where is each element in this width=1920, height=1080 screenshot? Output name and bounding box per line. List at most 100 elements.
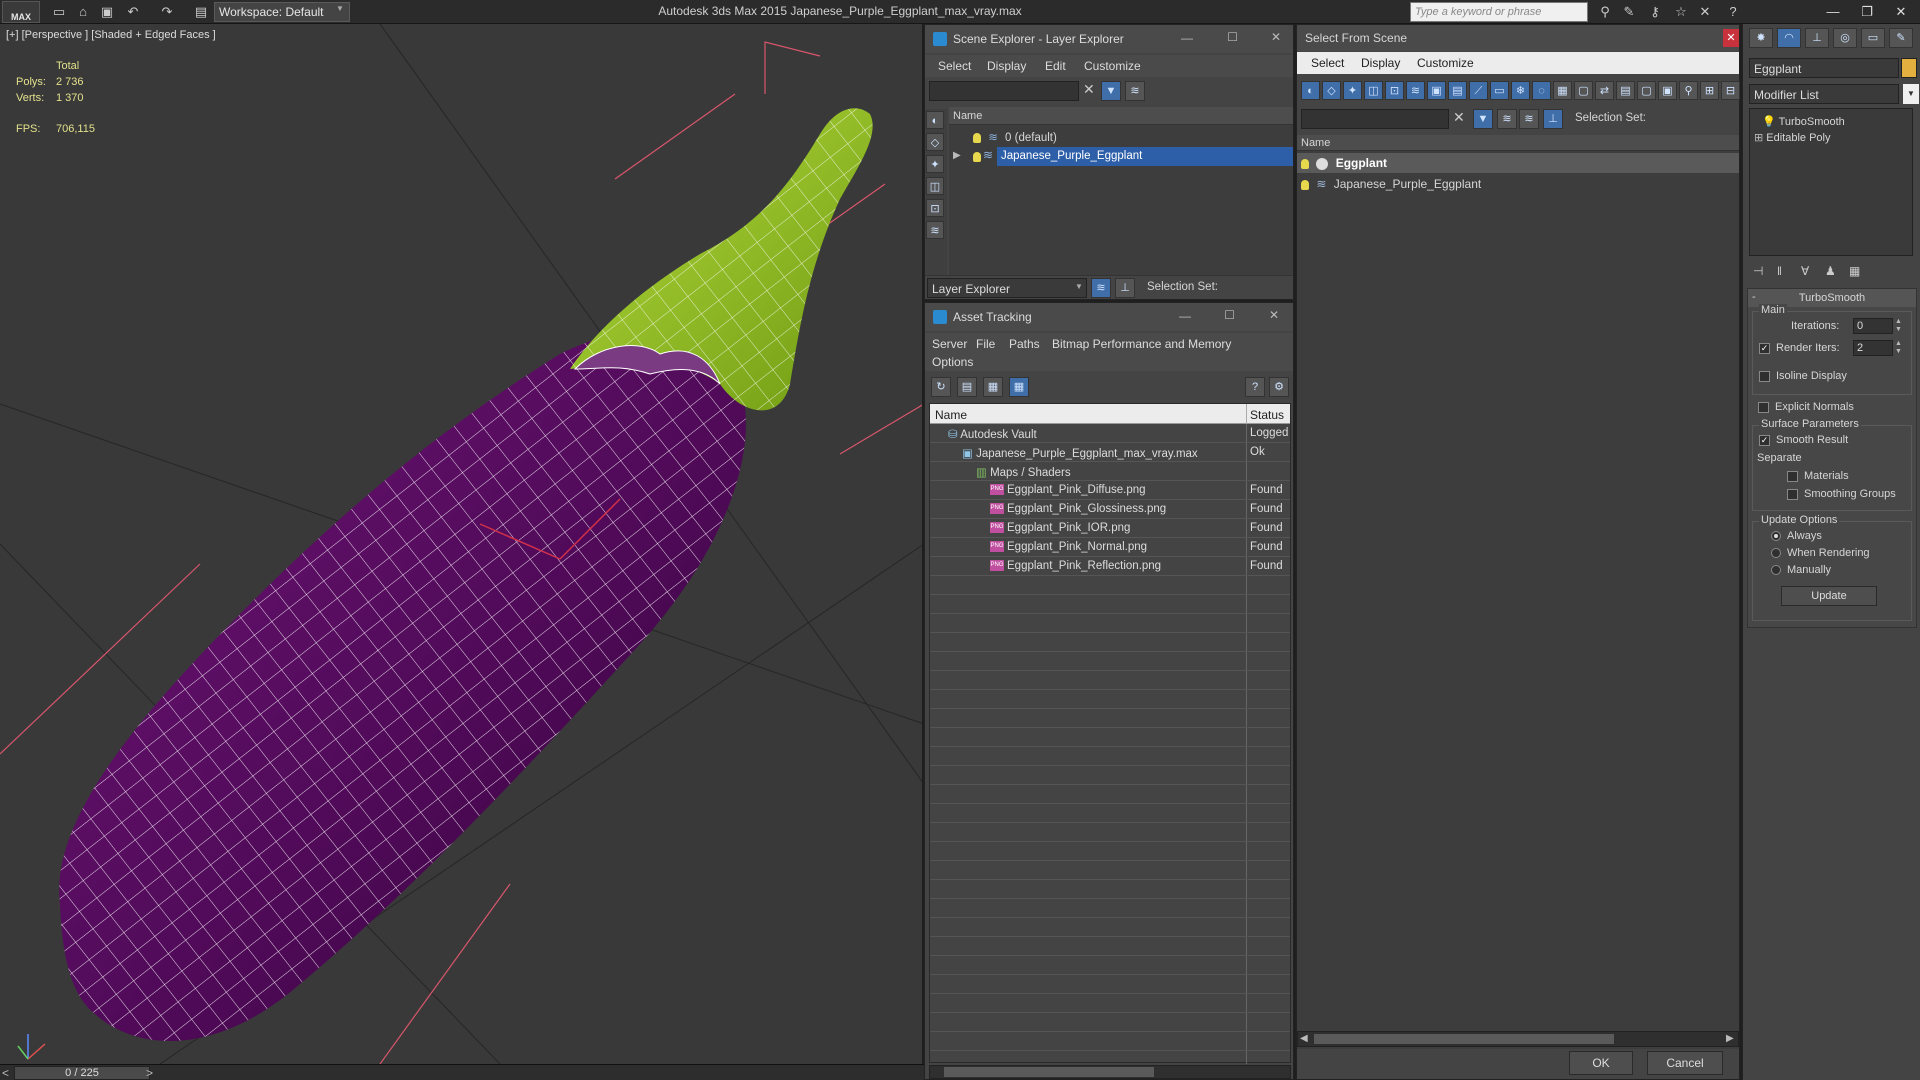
clear-search-icon[interactable]: ✕ (1453, 109, 1465, 126)
scrollbar-thumb[interactable] (944, 1067, 1154, 1077)
display-helpers-icon[interactable]: ⊡ (1385, 81, 1404, 100)
horizontal-scrollbar[interactable]: ◀ ▶ (1297, 1031, 1739, 1047)
show-end-result-icon[interactable]: ‖ (1777, 264, 1782, 278)
col-name-header[interactable]: Name (935, 408, 967, 422)
find-filter-icon[interactable]: ⚲ (1679, 81, 1698, 100)
menu-bitmap-performance[interactable]: Bitmap Performance and Memory (1052, 337, 1231, 351)
open-file-icon[interactable]: ⌂ (74, 3, 92, 21)
materials-checkbox[interactable]: Materials (1787, 470, 1849, 482)
modifier-stack-item[interactable]: 💡 TurboSmooth (1762, 115, 1845, 128)
update-always-radio[interactable]: Always (1771, 530, 1822, 542)
display-none-icon[interactable]: ▢ (1574, 81, 1593, 100)
display-shapes-icon[interactable]: ◇ (1322, 81, 1341, 100)
restore-icon[interactable]: ❐ (1852, 2, 1882, 22)
minimize-icon[interactable]: — (1818, 2, 1848, 22)
modifier-bulb-icon[interactable]: 💡 (1762, 116, 1776, 128)
hierarchy-icon[interactable]: ⊥ (1115, 278, 1135, 298)
select-from-scene-search-field[interactable] (1301, 109, 1449, 129)
filter-icon[interactable]: ▼ (1101, 81, 1121, 101)
layer-row[interactable]: ≋ 0 (default) (949, 127, 1293, 146)
asset-row[interactable]: ▥ Maps / Shaders (930, 462, 1290, 481)
asset-tracking-titlebar[interactable]: Asset Tracking — ☐ ✕ (925, 303, 1293, 331)
display-cameras-icon[interactable]: ◫ (1364, 81, 1383, 100)
maximize-icon[interactable]: ☐ (1224, 308, 1235, 322)
asset-table[interactable]: Name Status ⛁ Autodesk Vault Logged ▣ Japa… (929, 403, 1291, 1064)
display-groups-icon[interactable]: ▣ (1427, 81, 1446, 100)
modifier-list-dropdown[interactable]: Modifier List (1749, 84, 1899, 104)
spinner-arrows-icon[interactable]: ▲ ▼ (1895, 340, 1902, 356)
undo-icon[interactable]: ↶ (124, 3, 142, 21)
save-file-icon[interactable]: ▣ (98, 3, 116, 21)
render-iters-spinner[interactable]: 2 (1853, 340, 1893, 356)
expand-icon[interactable]: ⊞ (1754, 132, 1763, 144)
settings-icon[interactable]: ⚙ (1269, 377, 1289, 397)
redo-icon[interactable]: ↷ (158, 3, 176, 21)
clear-search-icon[interactable]: ✕ (1083, 81, 1095, 98)
display-shapes-icon[interactable]: ◇ (926, 133, 944, 151)
asset-row[interactable]: PNG Eggplant_Pink_Normal.png Found (930, 538, 1290, 557)
select-from-scene-titlebar[interactable]: Select From Scene ✕ (1297, 25, 1739, 51)
select-all-icon[interactable]: ▤ (1616, 81, 1635, 100)
explorer-type-dropdown[interactable]: Layer Explorer (927, 278, 1087, 298)
scrollbar-thumb[interactable] (1314, 1034, 1614, 1044)
asset-row[interactable]: ⛁ Autodesk Vault Logged (930, 424, 1290, 443)
update-button[interactable]: Update (1781, 586, 1877, 606)
create-tab-icon[interactable]: ✸ (1749, 28, 1773, 48)
scene-explorer-titlebar[interactable]: Scene Explorer - Layer Explorer — ☐ ✕ (925, 25, 1293, 53)
layer-explorer-icon[interactable]: ≋ (1091, 278, 1111, 298)
col-status-header[interactable]: Status (1250, 408, 1284, 422)
expand-arrow-icon[interactable]: ▶ (953, 150, 961, 161)
visibility-bulb-icon[interactable] (973, 132, 981, 143)
object-row-selected[interactable]: Eggplant (1297, 153, 1739, 173)
menu-select[interactable]: Select (938, 59, 971, 73)
explicit-normals-checkbox[interactable]: Explicit Normals (1758, 401, 1854, 413)
menu-select[interactable]: Select (1311, 56, 1344, 70)
layer-list-header[interactable]: Name (949, 107, 1293, 125)
menu-display[interactable]: Display (987, 59, 1026, 73)
utilities-tab-icon[interactable]: ✎ (1889, 28, 1913, 48)
menu-display[interactable]: Display (1361, 56, 1400, 70)
spinner-arrows-icon[interactable]: ▲ ▼ (1895, 318, 1902, 334)
expand-all-icon[interactable]: ⊞ (1700, 81, 1719, 100)
hierarchy-tab-icon[interactable]: ⊥ (1805, 28, 1829, 48)
modifier-stack[interactable]: 💡 TurboSmooth ⊞ Editable Poly (1749, 108, 1913, 256)
help-icon[interactable]: ? (1245, 377, 1265, 397)
object-color-swatch[interactable] (1901, 58, 1917, 78)
remove-modifier-icon[interactable]: ♟ (1825, 264, 1836, 278)
cancel-button[interactable]: Cancel (1647, 1051, 1723, 1075)
star-icon[interactable]: ☆ (1672, 3, 1690, 21)
menu-server[interactable]: Server (932, 337, 967, 351)
asset-row[interactable]: PNG Eggplant_Pink_IOR.png Found (930, 519, 1290, 538)
asset-row[interactable]: ▣ Japanese_Purple_Eggplant_max_vray.max O… (930, 443, 1290, 462)
maximize-icon[interactable]: ☐ (1227, 30, 1238, 44)
layer-explorer-icon[interactable]: ≋ (1519, 109, 1539, 129)
layer-list[interactable]: Name ≋ 0 (default) Japanese_Purple_Eggpl… (949, 107, 1293, 295)
layer-row-selected[interactable]: Japanese_Purple_Eggplant (997, 147, 1293, 166)
pin-stack-icon[interactable]: ⊣ (1753, 264, 1763, 278)
close-icon[interactable]: ✕ (1269, 308, 1279, 322)
motion-tab-icon[interactable]: ◎ (1833, 28, 1857, 48)
tools-icon[interactable]: ✎ (1620, 3, 1638, 21)
layer-toggle-icon[interactable]: ≋ (1125, 81, 1145, 101)
iterations-spinner[interactable]: 0 (1853, 318, 1893, 334)
menu-edit[interactable]: Edit (1045, 59, 1066, 73)
chevron-down-icon[interactable]: ▼ (1075, 282, 1083, 291)
prev-frame-icon[interactable]: < (2, 1066, 9, 1080)
new-file-icon[interactable]: ▭ (50, 3, 68, 21)
exchange-icon[interactable]: ✕ (1696, 3, 1714, 21)
collapse-all-icon[interactable]: ⊟ (1721, 81, 1740, 100)
display-frozen-icon[interactable]: ❄ (1511, 81, 1530, 100)
display-geometry-icon[interactable]: ◐ (1301, 81, 1320, 100)
perspective-viewport[interactable]: [+] [Perspective ] [Shaded + Edged Faces… (0, 24, 924, 1064)
make-unique-icon[interactable]: ∀ (1801, 264, 1809, 278)
scroll-right-icon[interactable]: ▶ (1726, 1033, 1734, 1044)
app-logo-icon[interactable]: MAX (2, 1, 40, 23)
display-tab-icon[interactable]: ▭ (1861, 28, 1885, 48)
asset-row[interactable]: PNG Eggplant_Pink_Reflection.png Found (930, 557, 1290, 576)
workspace-dropdown[interactable]: Workspace: Default (214, 2, 350, 22)
select-none-icon[interactable]: ▢ (1637, 81, 1656, 100)
close-icon[interactable]: ✕ (1886, 2, 1916, 22)
search-input[interactable]: Type a keyword or phrase (1410, 2, 1588, 22)
menu-file[interactable]: File (976, 337, 995, 351)
visibility-bulb-icon[interactable] (1301, 179, 1309, 190)
